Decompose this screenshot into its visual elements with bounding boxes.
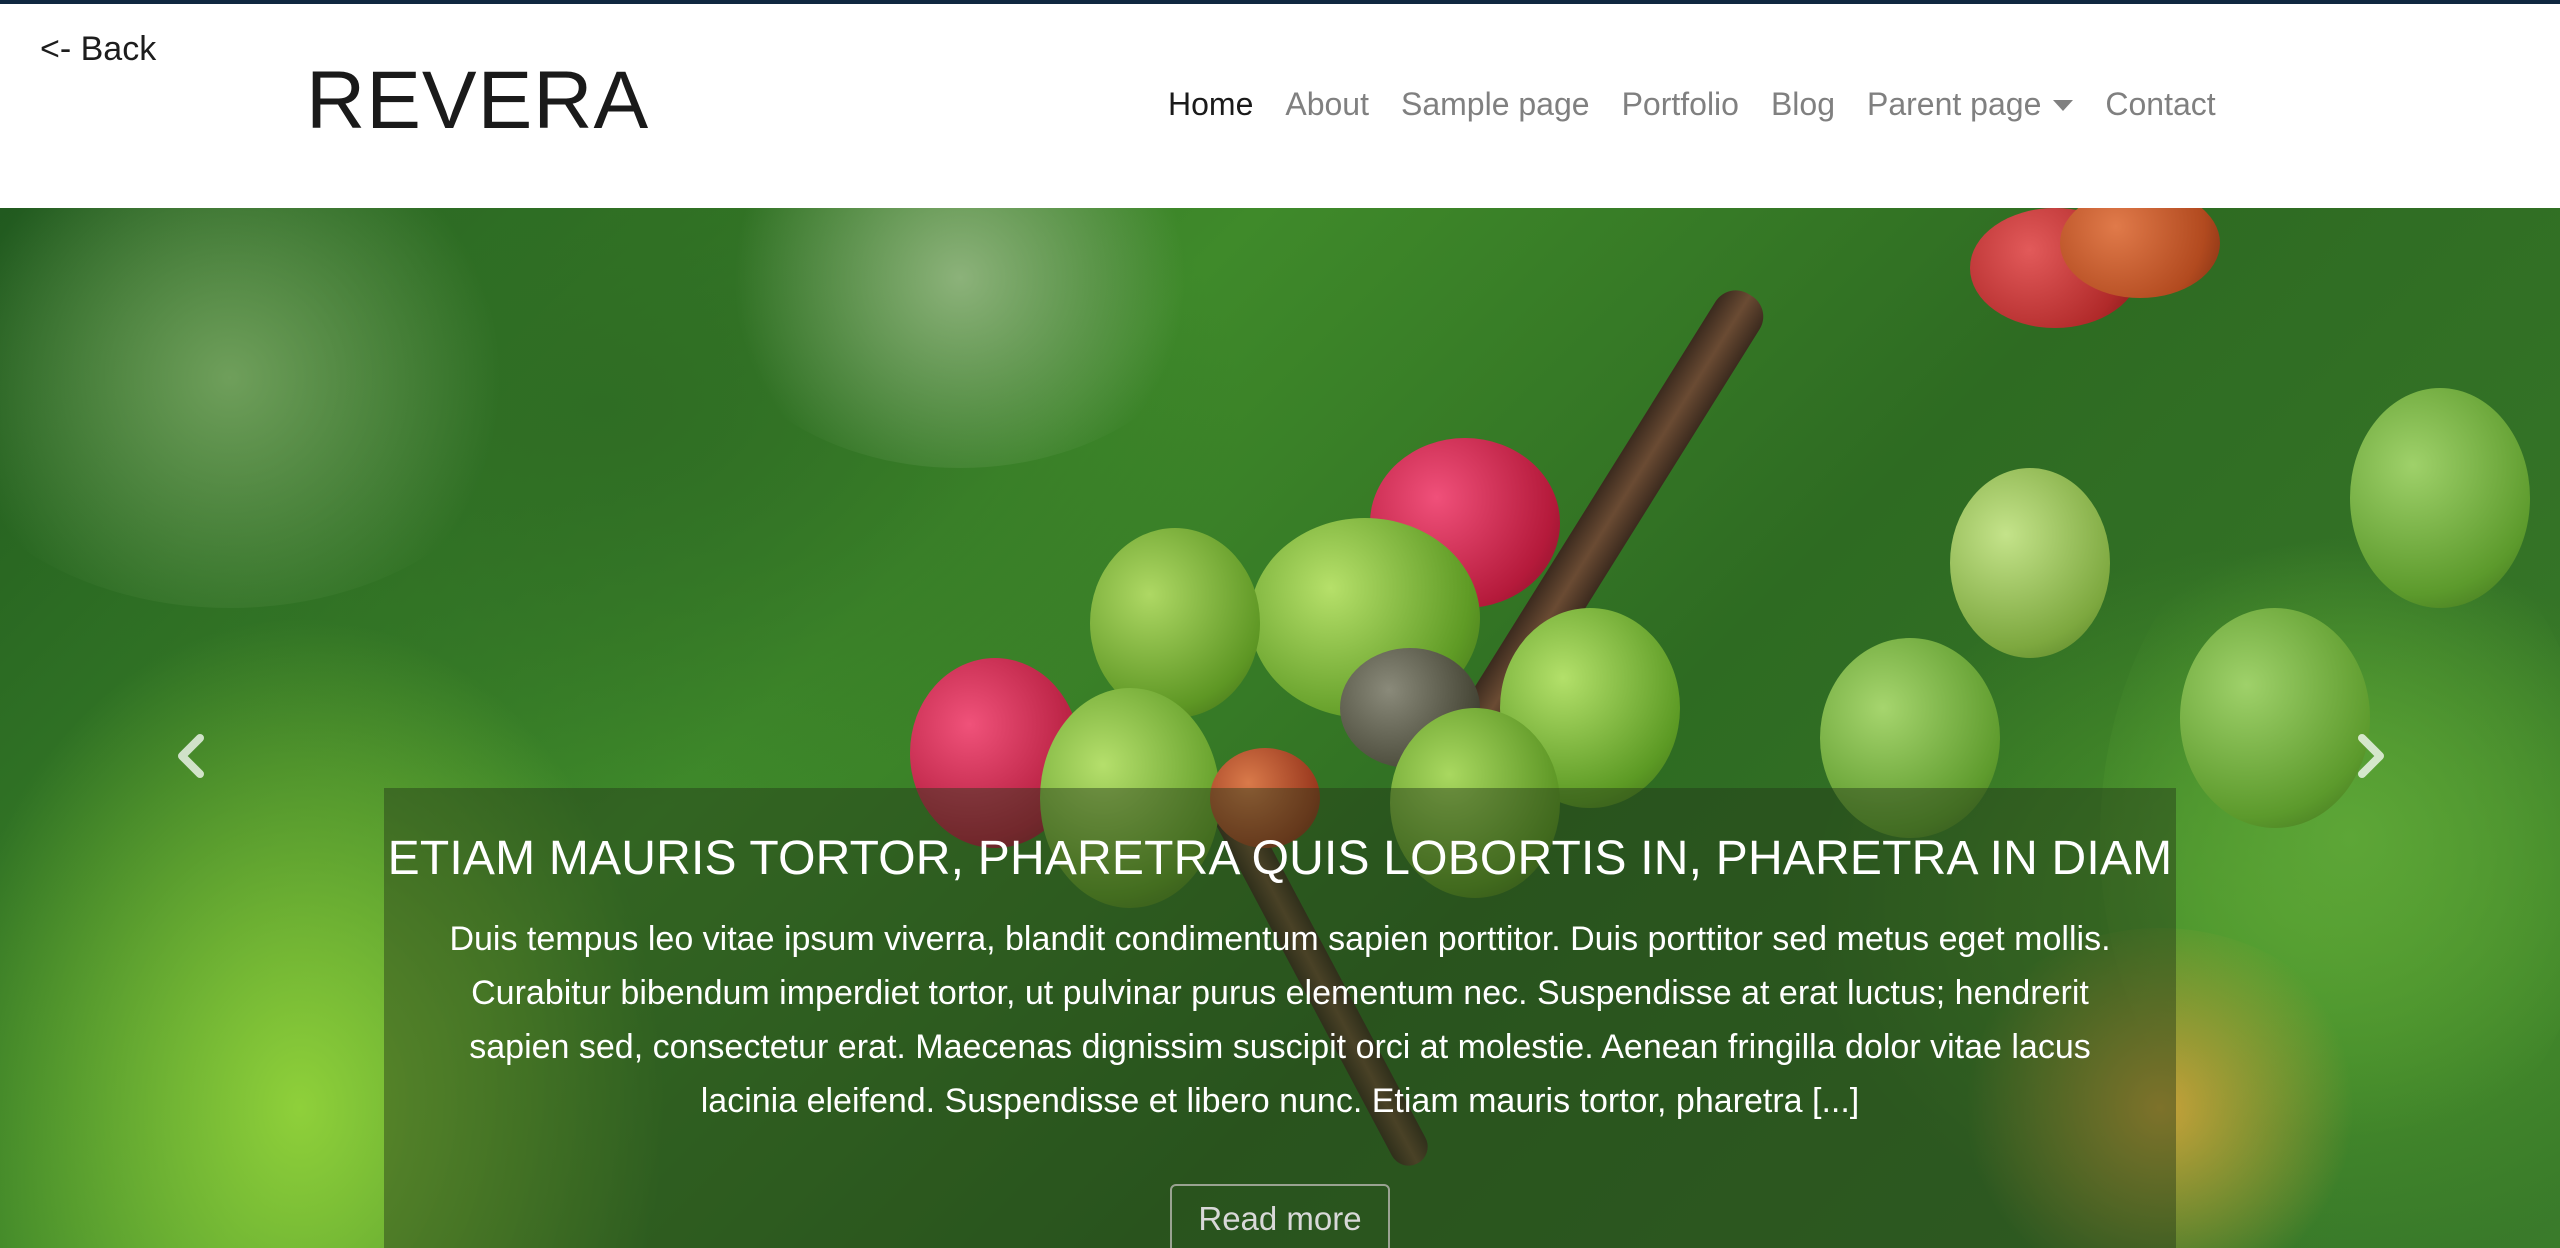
hero-carousel: ETIAM MAURIS TORTOR, PHARETRA QUIS LOBOR… [0,208,2560,1248]
nav-item-portfolio[interactable]: Portfolio [1606,86,1755,123]
carousel-prev-button[interactable] [162,726,222,786]
slide-excerpt: Duis tempus leo vitae ipsum viverra, bla… [449,919,2111,1120]
nav-item-label: Sample page [1400,86,1590,122]
page: <- Back REVERA Home About Sample page Po… [0,0,2560,1248]
chevron-right-icon [2358,734,2384,778]
nav-item-label: Home [1168,86,1254,122]
nav-item-contact[interactable]: Contact [2089,86,2231,123]
nav-item-parent-page[interactable]: Parent page [1851,86,2089,123]
back-link[interactable]: <- Back [40,30,156,69]
nav-item-home[interactable]: Home [1168,86,1269,123]
nav-item-sample-page[interactable]: Sample page [1385,86,1606,123]
site-logo-text[interactable]: REVERA [306,60,649,142]
nav-item-label: Portfolio [1621,86,1739,122]
carousel-caption: ETIAM MAURIS TORTOR, PHARETRA QUIS LOBOR… [384,788,2176,1248]
slide-title: ETIAM MAURIS TORTOR, PHARETRA QUIS LOBOR… [387,832,2173,885]
site-header: <- Back REVERA Home About Sample page Po… [0,4,2560,204]
nav-item-label: Contact [2105,86,2216,122]
nav-item-about[interactable]: About [1269,86,1385,123]
main-nav: Home About Sample page Portfolio Blog Pa… [1168,86,2232,123]
read-more-button[interactable]: Read more [1170,1183,1390,1248]
carousel-next-button[interactable] [2340,726,2400,786]
chevron-left-icon [178,734,204,778]
nav-item-label: Parent page [1867,86,2042,122]
nav-item-label: About [1285,86,1369,122]
nav-item-label: Blog [1770,86,1835,122]
nav-item-blog[interactable]: Blog [1755,86,1851,123]
caret-down-icon [2053,100,2074,111]
